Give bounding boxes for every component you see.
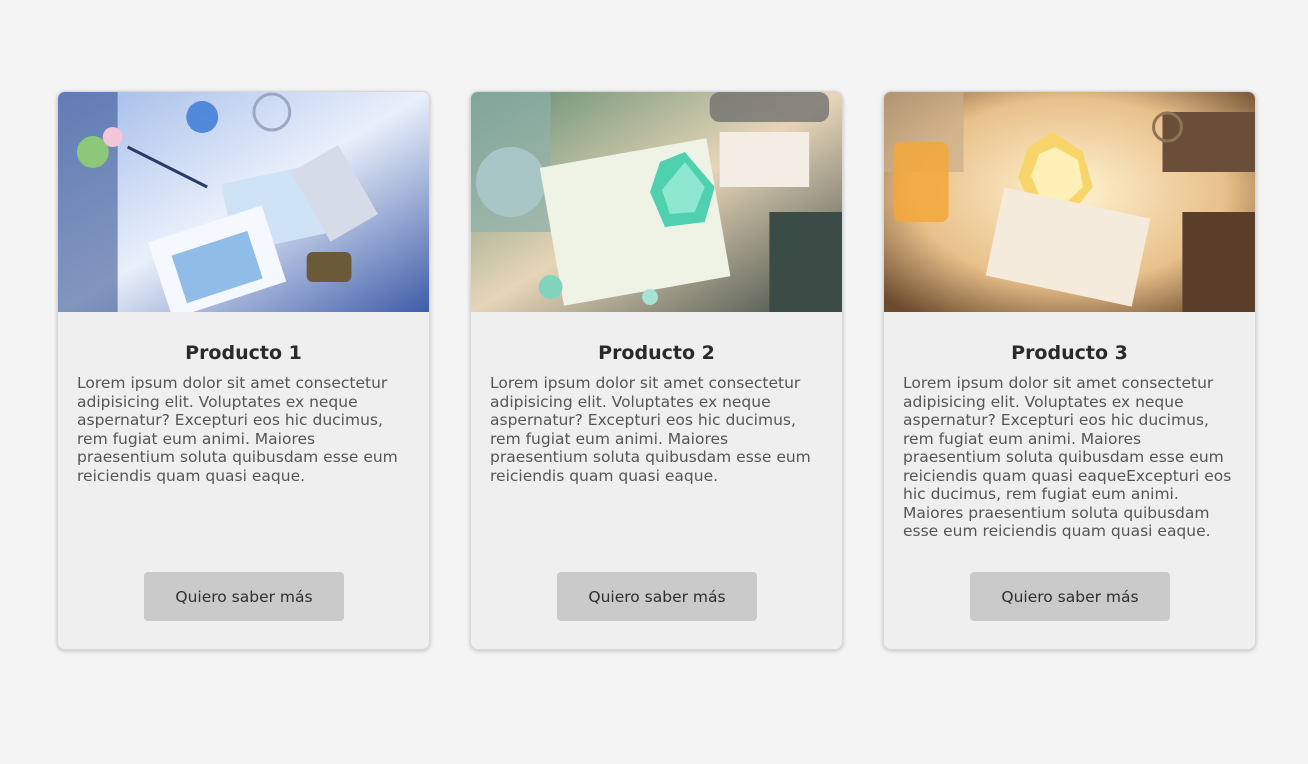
product-description: Lorem ipsum dolor sit amet consectetur a…: [490, 374, 811, 485]
learn-more-button[interactable]: Quiero saber más: [970, 572, 1170, 621]
learn-more-button[interactable]: Quiero saber más: [144, 572, 344, 621]
product-description: Lorem ipsum dolor sit amet consectetur a…: [903, 374, 1232, 540]
product-image: [471, 92, 842, 312]
product-image: [884, 92, 1255, 312]
learn-more-button[interactable]: Quiero saber más: [557, 572, 757, 621]
product-card: Producto 1 Lorem ipsum dolor sit amet co…: [57, 91, 430, 650]
product-title: Producto 1: [185, 342, 302, 364]
product-title: Producto 2: [598, 342, 715, 364]
product-image: [58, 92, 429, 312]
product-cards: Producto 1 Lorem ipsum dolor sit amet co…: [0, 0, 1308, 764]
product-title: Producto 3: [1011, 342, 1128, 364]
product-description: Lorem ipsum dolor sit amet consectetur a…: [77, 374, 398, 485]
product-card: Producto 2 Lorem ipsum dolor sit amet co…: [470, 91, 843, 650]
product-card: Producto 3 Lorem ipsum dolor sit amet co…: [883, 91, 1256, 650]
